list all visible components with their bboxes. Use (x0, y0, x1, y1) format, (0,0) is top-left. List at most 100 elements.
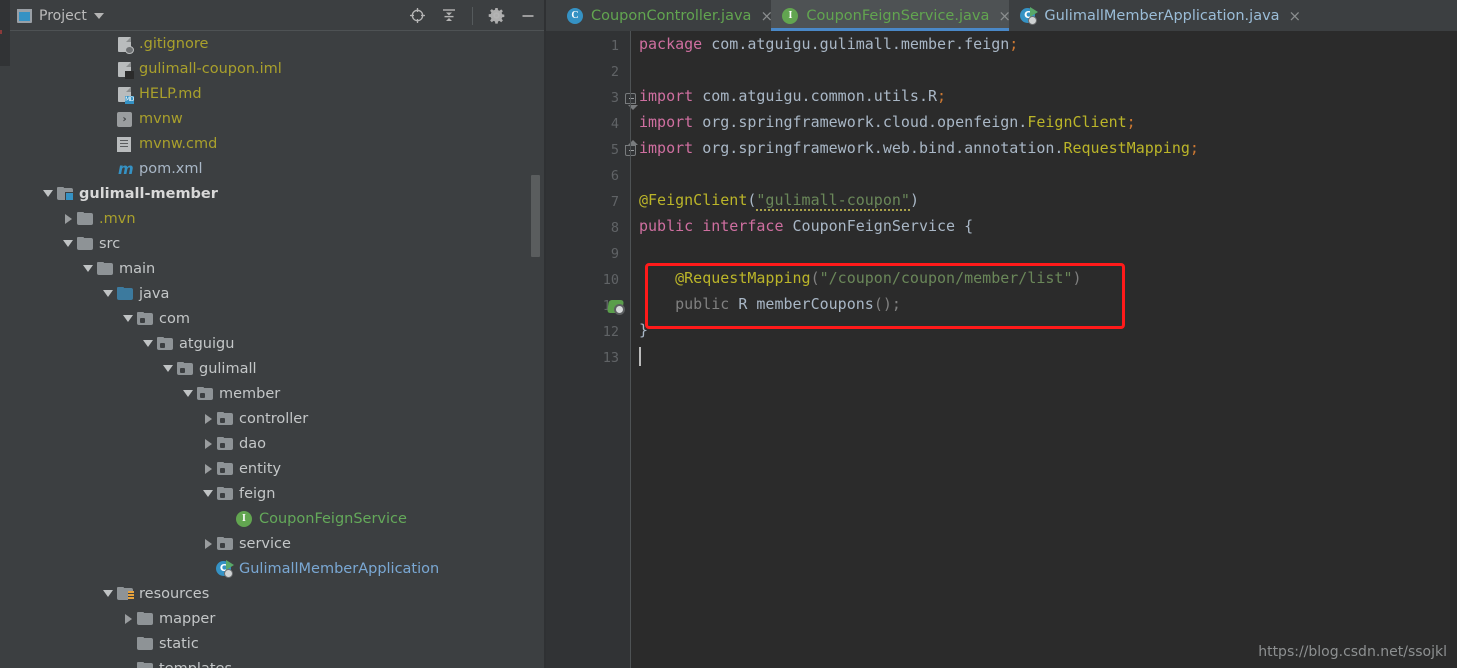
tree-item--mvn[interactable]: .mvn (10, 206, 545, 231)
tree-item-gulimall[interactable]: gulimall (10, 356, 545, 381)
code-line-3[interactable]: import com.atguigu.common.utils.R; (639, 83, 946, 109)
tree-collapse-arrow-icon[interactable] (60, 211, 76, 227)
folder-icon (96, 261, 113, 277)
tree-expand-arrow-icon[interactable] (60, 236, 76, 252)
code-token: import (639, 113, 703, 131)
folder-resources-icon (116, 586, 134, 602)
code-content[interactable]: package com.atguigu.gulimall.member.feig… (631, 31, 1457, 668)
folder-package-icon (216, 486, 233, 502)
tree-item-main[interactable]: main (10, 256, 545, 281)
editor-tab-gulimallmemberapplication[interactable]: C GulimallMemberApplication.java × (1009, 0, 1302, 31)
tree-item-gulimallmemberapplication[interactable]: C GulimallMemberApplication (10, 556, 545, 581)
tree-expand-arrow-icon[interactable] (140, 336, 156, 352)
line-number: 1 (610, 38, 619, 54)
tree-item-templates[interactable]: templates (10, 656, 545, 668)
code-line-5[interactable]: import org.springframework.web.bind.anno… (639, 135, 1199, 161)
tree-item-com[interactable]: com (10, 306, 545, 331)
project-scrollbar-thumb[interactable] (531, 175, 540, 257)
tree-no-arrow (120, 661, 136, 668)
code-token: ( (810, 269, 820, 287)
code-token: ; (1009, 35, 1019, 53)
tree-item-label: gulimall-coupon.iml (139, 60, 282, 77)
tree-item--gitignore[interactable]: .gitignore (10, 31, 545, 56)
tree-collapse-arrow-icon[interactable] (200, 411, 216, 427)
code-token: } (639, 321, 649, 339)
tree-item-static[interactable]: static (10, 631, 545, 656)
tree-expand-arrow-icon[interactable] (200, 486, 216, 502)
tree-item-gulimall-member[interactable]: gulimall-member (10, 181, 545, 206)
folder-package-icon (196, 386, 213, 402)
tree-expand-arrow-icon[interactable] (120, 311, 136, 327)
tree-item-entity[interactable]: entity (10, 456, 545, 481)
code-line-10[interactable]: @RequestMapping("/coupon/coupon/member/l… (639, 265, 1081, 291)
tree-item-label: .gitignore (139, 35, 209, 52)
tree-item-java[interactable]: java (10, 281, 545, 306)
project-panel-title: Project (39, 7, 87, 24)
folder-icon (136, 636, 153, 652)
file-gitignore-icon (116, 36, 134, 54)
editor-gutter[interactable]: 12345678910111213 (546, 31, 638, 668)
tree-item-resources[interactable]: resources (10, 581, 545, 606)
tree-item-label: resources (139, 585, 210, 602)
tree-expand-arrow-icon[interactable] (180, 386, 196, 402)
tree-expand-arrow-icon[interactable] (80, 261, 96, 277)
tree-item-feign[interactable]: feign (10, 481, 545, 506)
tree-collapse-arrow-icon[interactable] (200, 536, 216, 552)
folder-icon (136, 611, 153, 627)
tree-no-arrow (220, 511, 236, 527)
tree-item-atguigu[interactable]: atguigu (10, 331, 545, 356)
tree-expand-arrow-icon[interactable] (100, 286, 116, 302)
chevron-down-icon[interactable] (93, 12, 104, 19)
collapse-all-icon[interactable] (440, 7, 458, 25)
tree-item-mvnw[interactable]: › mvnw (10, 106, 545, 131)
minimize-icon[interactable] (519, 7, 537, 25)
code-line-1[interactable]: package com.atguigu.gulimall.member.feig… (639, 31, 1018, 57)
tree-item-help-md[interactable]: MD HELP.md (10, 81, 545, 106)
tree-item-service[interactable]: service (10, 531, 545, 556)
code-token: com.atguigu.gulimall.member.feign (711, 35, 1010, 53)
close-icon[interactable]: × (1289, 8, 1302, 23)
code-line-12[interactable]: } (639, 317, 648, 343)
code-token: "/coupon/coupon/member/list" (819, 269, 1073, 287)
tree-expand-arrow-icon[interactable] (40, 186, 56, 202)
code-token: ; (1126, 113, 1136, 131)
folder-source-icon (116, 286, 133, 302)
tree-item-src[interactable]: src (10, 231, 545, 256)
tree-item-mvnw-cmd[interactable]: mvnw.cmd (10, 131, 545, 156)
file-maven-icon: m (118, 159, 134, 178)
code-line-11[interactable]: public R memberCoupons(); (639, 291, 901, 317)
tree-collapse-arrow-icon[interactable] (200, 436, 216, 452)
tree-item-mapper[interactable]: mapper (10, 606, 545, 631)
editor-tab-couponfeignservice[interactable]: I CouponFeignService.java × (771, 0, 1011, 31)
code-line-8[interactable]: public interface CouponFeignService { (639, 213, 973, 239)
tree-collapse-arrow-icon[interactable] (200, 461, 216, 477)
tree-expand-arrow-icon[interactable] (100, 586, 116, 602)
tree-expand-arrow-icon[interactable] (160, 361, 176, 377)
tree-item-pom-xml[interactable]: m pom.xml (10, 156, 545, 181)
tree-collapse-arrow-icon[interactable] (120, 611, 136, 627)
tree-item-gulimall-coupon-iml[interactable]: gulimall-coupon.iml (10, 56, 545, 81)
code-line-4[interactable]: import org.springframework.cloud.openfei… (639, 109, 1136, 135)
tree-item-controller[interactable]: controller (10, 406, 545, 431)
file-iml-icon (116, 61, 134, 79)
project-panel-title-group[interactable]: Project (17, 0, 104, 31)
code-line-7[interactable]: @FeignClient("gulimall-coupon") (639, 187, 919, 213)
tree-item-member[interactable]: member (10, 381, 545, 406)
gear-icon[interactable] (487, 7, 505, 25)
tree-item-couponfeignservice[interactable]: I CouponFeignService (10, 506, 545, 531)
tree-item-dao[interactable]: dao (10, 431, 545, 456)
tree-item-label: gulimall-member (79, 185, 218, 202)
editor-tab-couponcontroller[interactable]: C CouponController.java × (556, 0, 773, 31)
folder-package-icon (216, 536, 233, 552)
class-icon: C (567, 7, 584, 24)
tree-item-label: CouponFeignService (259, 510, 407, 527)
line-number: 4 (610, 116, 619, 132)
code-token: public (675, 295, 739, 313)
locate-icon[interactable] (408, 7, 426, 25)
project-tree[interactable]: .gitignore gulimall-coupon.iml MD HELP.md › m… (10, 31, 545, 668)
line-number: 13 (602, 350, 619, 366)
file-cmd-icon (116, 136, 133, 152)
spring-bean-gutter-icon[interactable] (607, 299, 625, 315)
folder-package-icon (216, 411, 233, 427)
file-markdown-icon: MD (116, 86, 134, 104)
